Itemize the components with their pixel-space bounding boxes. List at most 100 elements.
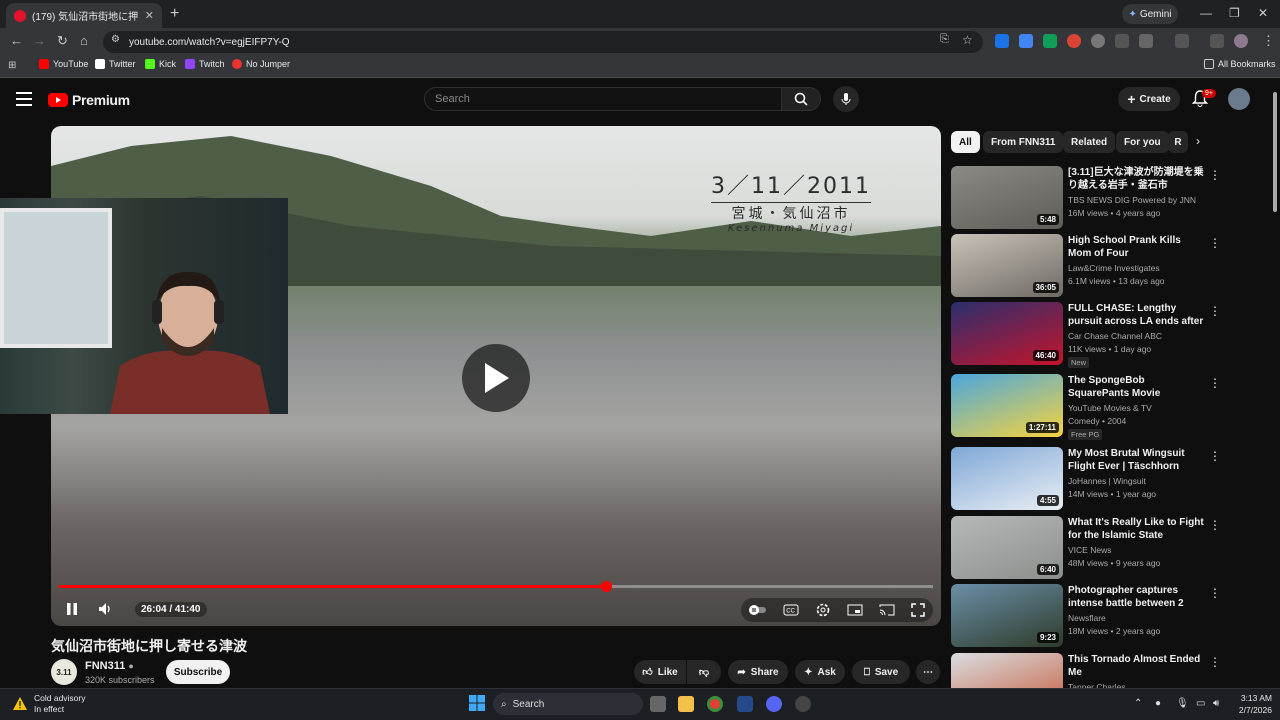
bookmark-twitter[interactable]: Twitter [95,59,136,69]
extension-icon[interactable] [1115,34,1129,48]
apps-grid-icon[interactable]: ⊞ [8,60,16,71]
volume-button[interactable] [98,602,114,621]
cast-icon[interactable] [879,604,895,616]
big-play-button[interactable] [462,344,530,412]
scrollbar-thumb[interactable] [1273,92,1277,212]
bookmark-star-icon[interactable]: ☆ [962,33,973,47]
channel-avatar[interactable]: 3.11 [51,659,77,685]
share-button[interactable]: ➦ Share [728,660,788,684]
video-thumbnail[interactable]: 5:48 [951,166,1063,229]
close-window-icon[interactable]: ✕ [1258,6,1268,20]
close-tab-icon[interactable]: ✕ [145,9,154,22]
ask-button[interactable]: ✦ Ask [795,660,845,684]
chip-related[interactable]: Related [1063,131,1116,153]
more-vertical-icon[interactable]: ⋮ [1209,168,1221,182]
video-thumbnail[interactable] [951,653,1063,688]
miniplayer-icon[interactable] [847,604,863,616]
recommendation-card[interactable]: 9:23 Photographer captures intense battle… [951,584,1271,648]
minimize-icon[interactable]: — [1200,6,1212,20]
recommendation-title[interactable]: This Tornado Almost Ended Me [1068,653,1206,679]
video-thumbnail[interactable]: 4:55 [951,447,1063,510]
recommendation-channel[interactable]: VICE News [1068,545,1111,555]
file-explorer-icon[interactable] [678,696,694,712]
video-thumbnail[interactable]: 6:40 [951,516,1063,579]
extension-icon[interactable] [1019,34,1033,48]
app-icon[interactable] [795,696,811,712]
recommendation-title[interactable]: The SpongeBob SquarePants Movie [1068,374,1206,400]
voice-search-button[interactable] [833,86,859,112]
autoplay-toggle-icon[interactable] [749,604,767,616]
taskbar-search[interactable]: ⌕ Search [493,693,643,715]
more-vertical-icon[interactable]: ⋮ [1209,376,1221,390]
browser-tab[interactable]: (179) 気仙沼市街地に押し寄 ✕ [6,3,162,28]
bookmark-no-jumper[interactable]: No Jumper [232,59,290,69]
save-button[interactable]: ⎕ Save [852,660,910,684]
recommendation-title[interactable]: FULL CHASE: Lengthy pursuit across LA en… [1068,302,1206,328]
chrome-menu-icon[interactable]: ⋮ [1262,33,1275,49]
extension-icon[interactable] [1043,34,1057,48]
speaker-icon[interactable]: 🔊︎ [1213,698,1219,709]
search-button[interactable] [781,87,821,111]
more-vertical-icon[interactable]: ⋮ [1209,449,1221,463]
progress-scrubber[interactable] [600,581,612,592]
youtube-logo[interactable]: Premium [48,92,130,108]
channel-name[interactable]: FNN311 ● [85,660,134,672]
tray-overflow-icon[interactable]: ⌃ [1134,698,1142,709]
microphone-icon[interactable]: 🎙︎ [1176,698,1189,709]
recommendation-card[interactable]: 4:55 My Most Brutal Wingsuit Flight Ever … [951,447,1271,511]
profile-avatar-icon[interactable] [1234,34,1248,48]
fullscreen-icon[interactable] [911,603,925,617]
new-tab-icon[interactable]: + [170,5,179,23]
recommendation-channel[interactable]: JoHannes | Wingsuit [1068,476,1146,486]
more-actions-button[interactable]: ⋯ [916,660,940,684]
recommendation-card[interactable]: 36:05 High School Prank Kills Mom of Four… [951,234,1271,298]
subscribe-button[interactable]: Subscribe [166,660,230,684]
extension-icon[interactable] [1067,34,1081,48]
gemini-button[interactable]: ✦ Gemini [1122,4,1178,24]
recommendation-title[interactable]: What It's Really Like to Fight for the I… [1068,516,1206,542]
recommendation-card[interactable]: 1:27:11 The SpongeBob SquarePants Movie Yo… [951,374,1271,440]
progress-bar[interactable] [59,581,933,592]
reload-icon[interactable]: ↻ [57,33,68,49]
recommendation-card[interactable]: This Tornado Almost Ended Me Tanner Charl… [951,653,1271,688]
video-thumbnail[interactable]: 9:23 [951,584,1063,647]
taskbar-clock[interactable]: 3:13 AM 2/7/2026 [1232,692,1272,716]
create-button[interactable]: + Create [1118,87,1180,111]
search-input[interactable]: Search [424,87,782,111]
recommendation-title[interactable]: High School Prank Kills Mom of Four [1068,234,1206,260]
dislike-button[interactable]: 👎︎ [687,660,721,684]
extension-icon[interactable] [1091,34,1105,48]
chip-all[interactable]: All [951,131,980,153]
recommendation-card[interactable]: 46:40 FULL CHASE: Lengthy pursuit across … [951,302,1271,368]
bookmark-youtube[interactable]: YouTube [39,59,88,69]
more-vertical-icon[interactable]: ⋮ [1209,304,1221,318]
like-button[interactable]: 👍︎ Like [634,660,686,684]
home-icon[interactable]: ⌂ [80,33,88,48]
network-icon[interactable]: ▭ [1196,698,1205,709]
bookmark-kick[interactable]: Kick [145,59,176,69]
recommendation-channel[interactable]: Newsflare [1068,613,1106,623]
tray-app-icon[interactable]: ● [1155,698,1161,709]
all-bookmarks[interactable]: All Bookmarks [1204,59,1276,69]
video-thumbnail[interactable]: 36:05 [951,234,1063,297]
menu-icon[interactable] [16,92,32,106]
bookmark-twitch[interactable]: Twitch [185,59,225,69]
forward-icon[interactable]: → [33,33,46,48]
weather-widget[interactable]: Cold advisory In effect [12,693,86,715]
recommendation-channel[interactable]: TBS NEWS DIG Powered by JNN [1068,195,1196,205]
video-thumbnail[interactable]: 1:27:11 [951,374,1063,437]
more-vertical-icon[interactable]: ⋮ [1209,655,1221,669]
chrome-icon[interactable] [707,696,723,712]
video-thumbnail[interactable]: 46:40 [951,302,1063,365]
recommendation-channel[interactable]: Car Chase Channel ABC [1068,331,1162,341]
more-vertical-icon[interactable]: ⋮ [1209,518,1221,532]
install-icon[interactable]: ⎘ [940,33,949,46]
address-bar[interactable]: youtube.com/watch?v=egjEIFP7Y-Q [103,31,983,53]
chevron-right-icon[interactable]: › [1196,134,1200,148]
more-vertical-icon[interactable]: ⋮ [1209,586,1221,600]
recommendation-card[interactable]: 5:48 [3.11]巨大な津波が防潮堤を乗り越える岩手・釜石市【JNN... TB… [951,166,1271,230]
recommendation-title[interactable]: Photographer captures intense battle bet… [1068,584,1206,610]
chip-more[interactable]: R [1168,131,1188,153]
settings-gear-icon[interactable] [815,602,831,618]
discord-icon[interactable] [766,696,782,712]
